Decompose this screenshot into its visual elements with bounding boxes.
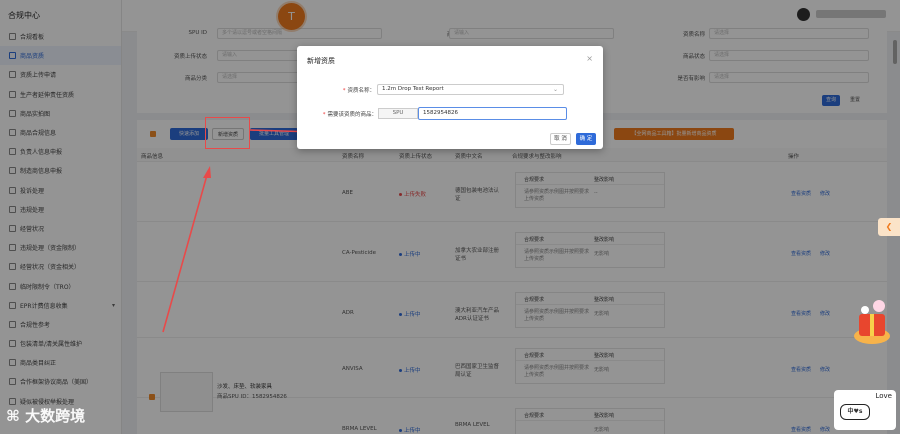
cancel-button[interactable]: 取 消 [550,133,571,145]
qual-name-select[interactable]: 1.2m Drop Test Report ⌄ [377,84,564,95]
close-icon[interactable]: × [586,54,593,63]
annotation-arrowhead-up [203,166,211,178]
product-field-label: * 需要该资质的商品： [322,112,377,118]
annotation-arrow-up [162,174,208,333]
watermark-logo-icon: ⌘ [6,407,26,425]
modal-title: 新增资质 [307,57,335,65]
watermark: ⌘ 大数跨境 [6,405,85,426]
qual-name-field-label: * 资质名称： [342,88,375,94]
spu-tag[interactable]: SPU [378,108,418,119]
ok-button[interactable]: 确 定 [576,133,596,145]
spu-input[interactable]: 1582954826 [418,107,567,120]
love-text: Love [875,392,892,400]
promo-gift-icon[interactable] [851,296,893,348]
feedback-tab[interactable]: ❮ [878,218,900,236]
love-box: 中♥s [840,404,870,420]
chevron-down-icon: ⌄ [552,86,558,93]
watermark-text: 大数跨境 [25,407,86,425]
love-sticker: Love 中♥s [834,390,896,430]
add-qualification-modal: 新增资质 × * 资质名称： 1.2m Drop Test Report ⌄ * 需… [297,46,603,149]
